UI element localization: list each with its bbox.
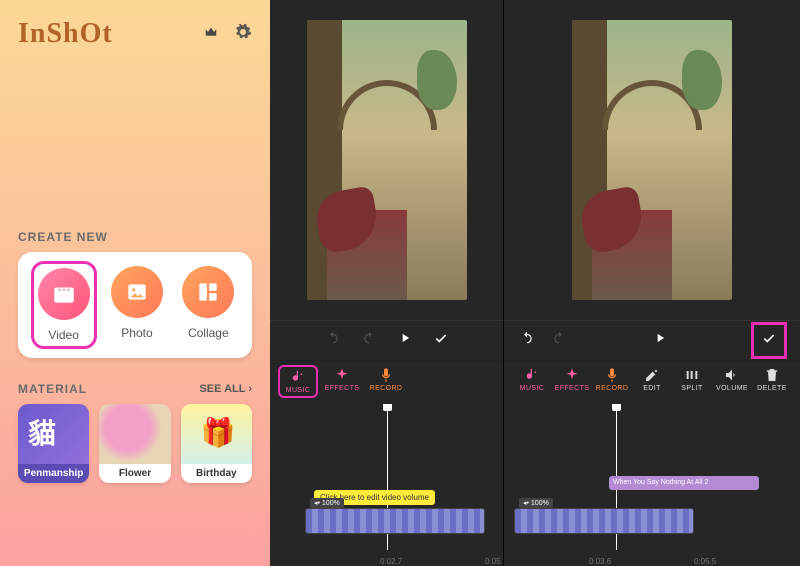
video-clip[interactable]: ◂• 100% xyxy=(514,508,694,534)
material-flower[interactable]: Flower xyxy=(99,404,170,483)
play-button[interactable] xyxy=(653,331,667,350)
material-label: Flower xyxy=(99,464,170,483)
video-preview xyxy=(572,20,732,300)
tool-music[interactable]: MUSIC xyxy=(280,367,316,396)
tool-label: RECORD xyxy=(596,385,629,392)
tool-delete[interactable]: DELETE xyxy=(754,367,790,392)
material-heading: MATERIAL xyxy=(18,382,87,396)
video-icon xyxy=(38,268,90,320)
collage-icon xyxy=(182,266,234,318)
tools-row: MUSIC EFFECTS RECORD EDIT SPLIT VOLUME D… xyxy=(504,360,800,404)
penmanship-thumb xyxy=(18,404,89,464)
tool-label: VOLUME xyxy=(716,385,748,392)
video-preview xyxy=(307,20,467,300)
time-ruler: 0:03.6 0:05.5 xyxy=(504,552,800,566)
audio-track[interactable]: ⋮ When You Say Nothing At All 2 xyxy=(609,476,759,490)
gear-icon[interactable] xyxy=(234,23,252,46)
timeline[interactable]: Click here to edit video volume ◂• 100% … xyxy=(270,404,503,566)
tool-effects[interactable]: EFFECTS xyxy=(324,367,360,392)
undo-icon[interactable] xyxy=(520,331,534,350)
confirm-button[interactable] xyxy=(754,325,784,356)
video-clip[interactable]: ◂• 100% xyxy=(305,508,485,534)
tool-label: EFFECTS xyxy=(555,385,590,392)
tool-label: DELETE xyxy=(757,385,787,392)
redo-icon[interactable] xyxy=(362,331,376,350)
create-video-button[interactable]: Video xyxy=(36,266,92,344)
create-collage-label: Collage xyxy=(188,326,229,340)
clip-volume-badge: ◂• 100% xyxy=(519,498,553,508)
create-video-label: Video xyxy=(48,328,78,342)
create-new-heading: CREATE NEW xyxy=(18,230,252,244)
crown-icon[interactable] xyxy=(202,23,220,46)
audio-track-title: When You Say Nothing At All 2 xyxy=(613,479,708,486)
birthday-thumb xyxy=(181,404,252,464)
tools-row: MUSIC EFFECTS RECORD xyxy=(270,360,503,404)
time-ruler: 0:02.7 0:05.5 xyxy=(270,552,503,566)
sidebar: InShOt CREATE NEW Video Photo Collage MA… xyxy=(0,0,270,566)
photo-icon xyxy=(111,266,163,318)
time-mark: 0:05.5 xyxy=(485,557,503,566)
create-collage-button[interactable]: Collage xyxy=(182,266,234,344)
preview-area[interactable] xyxy=(504,20,800,320)
flower-thumb xyxy=(99,404,170,464)
create-new-card: Video Photo Collage xyxy=(18,252,252,358)
tool-label: MUSIC xyxy=(520,385,545,392)
tool-music[interactable]: MUSIC xyxy=(514,367,550,392)
time-mark: 0:03.6 xyxy=(589,557,611,566)
create-photo-label: Photo xyxy=(121,326,152,340)
app-logo: InShOt xyxy=(18,18,113,50)
clip-volume-badge: ◂• 100% xyxy=(310,498,344,508)
time-mark: 0:02.7 xyxy=(380,557,402,566)
see-all-link[interactable]: SEE ALL › xyxy=(199,383,252,395)
create-photo-button[interactable]: Photo xyxy=(111,266,163,344)
timeline[interactable]: ⋮ When You Say Nothing At All 2 ◂• 100% … xyxy=(504,404,800,566)
material-label: Birthday xyxy=(181,464,252,483)
confirm-icon[interactable] xyxy=(434,331,448,350)
tool-split[interactable]: SPLIT xyxy=(674,367,710,392)
preview-area[interactable] xyxy=(270,20,503,320)
tool-record[interactable]: RECORD xyxy=(368,367,404,392)
tool-record[interactable]: RECORD xyxy=(594,367,630,392)
tool-edit[interactable]: EDIT xyxy=(634,367,670,392)
redo-icon[interactable] xyxy=(552,331,566,350)
tool-label: SPLIT xyxy=(681,385,702,392)
material-birthday[interactable]: Birthday xyxy=(181,404,252,483)
editor-pane-right: MUSIC EFFECTS RECORD EDIT SPLIT VOLUME D… xyxy=(503,0,800,566)
tool-label: RECORD xyxy=(370,385,403,392)
material-penmanship[interactable]: Penmanship xyxy=(18,404,89,483)
undo-icon[interactable] xyxy=(326,331,340,350)
tool-label: MUSIC xyxy=(286,387,311,394)
material-label: Penmanship xyxy=(18,464,89,483)
play-button[interactable] xyxy=(398,331,412,350)
editor-pane-left: MUSIC EFFECTS RECORD Click here to edit … xyxy=(270,0,503,566)
time-mark: 0:05.5 xyxy=(694,557,716,566)
tool-label: EFFECTS xyxy=(325,385,360,392)
tool-volume[interactable]: VOLUME xyxy=(714,367,750,392)
tool-effects[interactable]: EFFECTS xyxy=(554,367,590,392)
tool-label: EDIT xyxy=(643,385,661,392)
